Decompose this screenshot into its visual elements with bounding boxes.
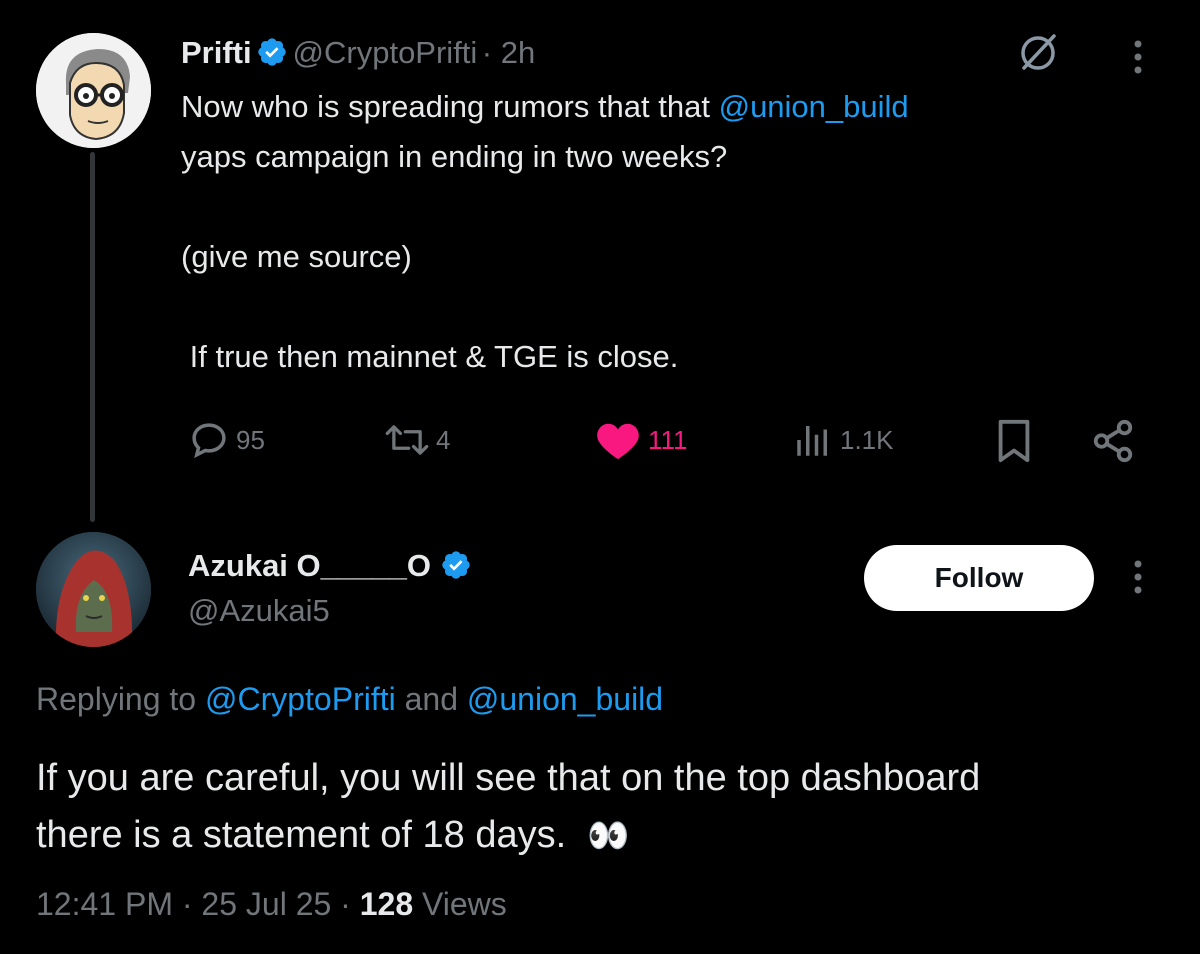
tweet-header: Prifti @CryptoPrifti · 2h (181, 35, 535, 73)
views-chart-icon (797, 426, 827, 456)
replying-and: and (395, 681, 467, 717)
reply-text-line-2: there is a statement of 18 days. 👀 (36, 807, 980, 865)
reply-more-options-icon[interactable] (1128, 558, 1148, 603)
reply-author-row: Azukai O_____O (188, 548, 472, 589)
avatar-prifti[interactable] (36, 33, 151, 148)
bookmark-icon (998, 419, 1030, 463)
reply-meta: 12:41 PM · 25 Jul 25 · 128 Views (36, 886, 507, 922)
mention-link[interactable]: @union_build (719, 89, 909, 124)
reply-text-segment: there is a statement of 18 days. (36, 814, 567, 856)
reply-text-line: If you are careful, you will see that on… (36, 757, 981, 799)
verified-badge-icon (256, 36, 288, 73)
reply-author-handle[interactable]: @Azukai5 (188, 593, 330, 629)
mention-link-cryptoprifti[interactable]: @CryptoPrifti (205, 681, 396, 717)
avatar-azukai[interactable] (36, 532, 151, 647)
avatar-prifti-illustration (36, 33, 151, 148)
eyes-emoji: 👀 (587, 817, 630, 855)
replying-to-line: Replying to @CryptoPrifti and @union_bui… (36, 681, 663, 718)
reply-button[interactable]: 95 (188, 419, 265, 461)
reply-date[interactable]: 25 Jul 25 (201, 886, 331, 922)
repost-icon (385, 425, 429, 455)
tweet-text-line: Now who is spreading rumors that that @u… (181, 82, 909, 132)
reply-body: If you are careful, you will see that on… (36, 750, 980, 865)
tweet-time[interactable]: · 2h (482, 35, 535, 70)
author-handle[interactable]: @CryptoPrifti (293, 35, 478, 70)
reply-icon (192, 423, 226, 459)
heart-icon (597, 423, 639, 460)
repost-button[interactable]: 4 (384, 419, 450, 461)
share-button[interactable] (1090, 418, 1136, 469)
tweet-text-line: (give me source) (181, 239, 412, 274)
grok-icon[interactable] (1016, 30, 1060, 79)
like-count: 111 (648, 424, 688, 455)
reply-count: 95 (236, 424, 265, 455)
reply-time[interactable]: 12:41 PM (36, 886, 173, 922)
avatar-azukai-illustration (36, 532, 151, 647)
tweet-text-line: yaps campaign in ending in two weeks? (181, 139, 728, 174)
bookmark-button[interactable] (994, 418, 1034, 469)
follow-button[interactable]: Follow (864, 545, 1094, 611)
tweet-body: Now who is spreading rumors that that @u… (181, 82, 909, 382)
more-options-icon[interactable] (1128, 38, 1148, 83)
share-icon (1093, 419, 1133, 463)
mention-link-union-build[interactable]: @union_build (467, 681, 663, 717)
like-button[interactable]: 111 (594, 419, 688, 461)
reply-views-label: Views (422, 886, 507, 922)
author-name[interactable]: Prifti (181, 35, 252, 70)
tweet-text-line: If true then mainnet & TGE is close. (181, 339, 679, 374)
thread-connector-line (90, 152, 95, 522)
reply-views-count: 128 (359, 886, 414, 922)
views-button[interactable]: 1.1K (792, 419, 894, 461)
views-count: 1.1K (840, 424, 894, 455)
replying-to-prefix: Replying to (36, 681, 205, 717)
verified-badge-icon (440, 549, 472, 589)
repost-count: 4 (436, 424, 451, 455)
reply-author-name[interactable]: Azukai O_____O (188, 548, 431, 583)
tweet-text-segment: Now who is spreading rumors that that (181, 89, 719, 124)
